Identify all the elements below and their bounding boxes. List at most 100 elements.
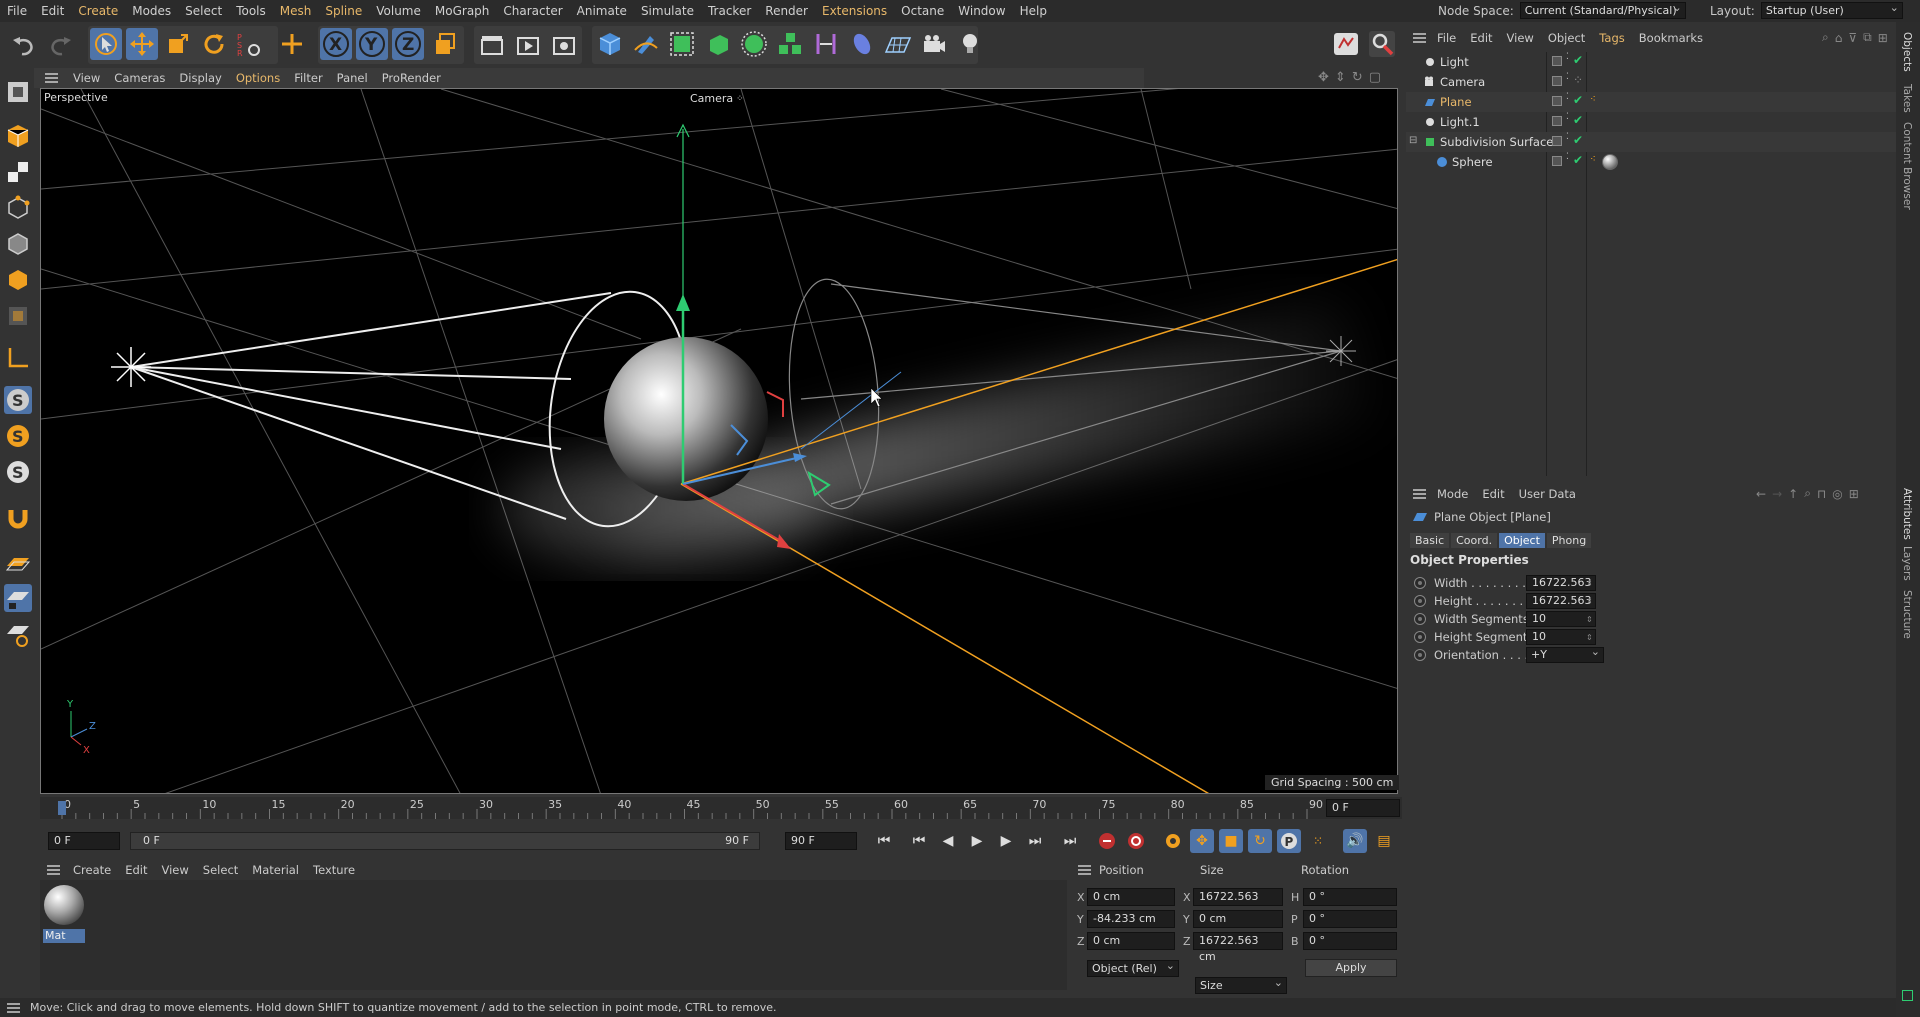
object-row-camera[interactable]: Camera ⁚ ⁘ xyxy=(1406,72,1896,92)
object-row-sphere[interactable]: Sphere ⁚ ✔ ⁖ xyxy=(1406,152,1896,172)
attribute-menu-mode[interactable]: Mode xyxy=(1430,487,1475,501)
search-icon[interactable]: ⌕ xyxy=(1822,30,1829,45)
object-menu-object[interactable]: Object xyxy=(1541,31,1592,45)
stepper-arrows-icon[interactable]: ⇕ xyxy=(1586,579,1593,588)
material-menu-texture[interactable]: Texture xyxy=(306,863,362,877)
position-field-y[interactable]: -84.233 cm xyxy=(1087,910,1175,928)
add-tool-button[interactable] xyxy=(276,28,308,60)
menu-volume[interactable]: Volume xyxy=(369,0,428,22)
timeline-sound-button[interactable]: 🔊 xyxy=(1343,829,1367,853)
tab-takes[interactable]: Takes xyxy=(1901,84,1913,113)
viewport-menu-options[interactable]: Options xyxy=(229,68,287,88)
camera-target-icon[interactable]: ⁘ xyxy=(1573,73,1583,87)
object-row-subdivision-surface[interactable]: ⊟ Subdivision Surface ⁚ ✔ xyxy=(1406,132,1896,152)
scale-key-button[interactable]: ■ xyxy=(1219,829,1243,853)
workplane-button[interactable] xyxy=(4,548,32,576)
menu-edit[interactable]: Edit xyxy=(34,0,71,22)
model-mode-button[interactable] xyxy=(4,122,32,150)
uv-mode-button[interactable] xyxy=(4,302,32,330)
make-editable-button[interactable] xyxy=(4,78,32,106)
octane-live-viewer-button[interactable] xyxy=(1330,28,1362,60)
animate-radio-icon[interactable] xyxy=(1414,631,1426,643)
visibility-dots-icon[interactable]: ⁚ xyxy=(1566,133,1569,142)
layer-icon[interactable] xyxy=(1552,116,1562,126)
menu-file[interactable]: File xyxy=(0,0,34,22)
visibility-dots-icon[interactable]: ⁚ xyxy=(1566,93,1569,102)
subdivision-surface-button[interactable] xyxy=(666,28,698,60)
timeline-window-button[interactable]: ▤ xyxy=(1372,829,1396,853)
material-menu-create[interactable]: Create xyxy=(66,863,118,877)
autokey-button[interactable] xyxy=(1124,829,1148,853)
point-mode-button[interactable] xyxy=(4,194,32,222)
object-menu-view[interactable]: View xyxy=(1500,31,1541,45)
solo-hierarchy-button[interactable]: S xyxy=(4,458,32,486)
render-view-button[interactable] xyxy=(476,28,508,60)
viewport-menu-display[interactable]: Display xyxy=(172,68,228,88)
camera-button[interactable] xyxy=(918,28,950,60)
menu-mograph[interactable]: MoGraph xyxy=(428,0,497,22)
menu-animate[interactable]: Animate xyxy=(570,0,634,22)
cube-button[interactable] xyxy=(594,28,626,60)
material-tag-icon[interactable] xyxy=(1602,154,1618,170)
menu-spline[interactable]: Spline xyxy=(318,0,369,22)
stepper-arrows-icon[interactable]: ⇕ xyxy=(1586,633,1593,642)
rotation-field-h[interactable]: 0 ° xyxy=(1303,888,1397,906)
apply-button[interactable]: Apply xyxy=(1305,959,1397,977)
hamburger-icon[interactable] xyxy=(1075,860,1095,880)
tab-attributes[interactable]: Attributes xyxy=(1901,488,1913,540)
filter-icon[interactable]: ⊽ xyxy=(1848,31,1857,45)
animate-radio-icon[interactable] xyxy=(1414,649,1426,661)
hamburger-icon[interactable] xyxy=(42,68,62,88)
size-field-x[interactable]: 16722.563 cm xyxy=(1193,888,1283,919)
menu-character[interactable]: Character xyxy=(496,0,569,22)
orbit-icon[interactable]: ↻ xyxy=(1352,70,1363,85)
menu-tracker[interactable]: Tracker xyxy=(701,0,758,22)
animate-radio-icon[interactable] xyxy=(1414,613,1426,625)
menu-modes[interactable]: Modes xyxy=(125,0,178,22)
cloner-button[interactable] xyxy=(774,28,806,60)
material-menu-select[interactable]: Select xyxy=(196,863,245,877)
coordinate-mode-dropdown[interactable]: Object (Rel) xyxy=(1087,960,1179,977)
animate-radio-icon[interactable] xyxy=(1414,595,1426,607)
play-button[interactable]: ▶ xyxy=(965,829,989,853)
enabled-check-icon[interactable]: ✔ xyxy=(1573,113,1583,127)
phong-tag-icon[interactable]: ⁖ xyxy=(1590,94,1596,105)
timeline-playhead[interactable] xyxy=(58,801,66,815)
redo-button[interactable] xyxy=(44,28,76,60)
visibility-dots-icon[interactable]: ⁚ xyxy=(1566,73,1569,82)
size-field-y[interactable]: 0 cm xyxy=(1193,910,1283,928)
lock-icon[interactable]: ⊓ xyxy=(1817,487,1826,501)
menu-select[interactable]: Select xyxy=(178,0,229,22)
light-button[interactable] xyxy=(954,28,986,60)
rotation-field-p[interactable]: 0 ° xyxy=(1303,910,1397,928)
viewport-menu-prorender[interactable]: ProRender xyxy=(375,68,448,88)
psr-tool-button[interactable]: PSR xyxy=(234,28,266,60)
y-axis-lock-button[interactable]: Y xyxy=(356,28,388,60)
material-menu-view[interactable]: View xyxy=(155,863,196,877)
animate-radio-icon[interactable] xyxy=(1414,577,1426,589)
rotate-tool-button[interactable] xyxy=(198,28,230,60)
record-button[interactable] xyxy=(1095,829,1119,853)
attribute-menu-user-data[interactable]: User Data xyxy=(1512,487,1583,501)
material-preview-mat[interactable] xyxy=(44,885,84,925)
keyframe-selection-button[interactable] xyxy=(1161,829,1185,853)
layer-icon[interactable] xyxy=(1552,76,1562,86)
rotation-field-b[interactable]: 0 ° xyxy=(1303,932,1397,950)
menu-create[interactable]: Create xyxy=(71,0,125,22)
position-field-x[interactable]: 0 cm xyxy=(1087,888,1175,906)
hamburger-icon[interactable] xyxy=(44,860,64,880)
render-to-picture-viewer-button[interactable] xyxy=(512,28,544,60)
frame-range-slider[interactable]: 0 F 90 F xyxy=(130,832,760,850)
object-row-light[interactable]: Light ⁚ ✔ xyxy=(1406,52,1896,72)
z-axis-lock-button[interactable]: Z xyxy=(392,28,424,60)
extrude-button[interactable] xyxy=(702,28,734,60)
menu-help[interactable]: Help xyxy=(1013,0,1054,22)
tab-objects[interactable]: Objects xyxy=(1901,32,1913,72)
end-frame-field[interactable]: 90 F xyxy=(785,832,857,850)
tab-content-browser[interactable]: Content Browser xyxy=(1901,122,1913,210)
enabled-check-icon[interactable]: ✔ xyxy=(1573,93,1583,107)
floor-button[interactable] xyxy=(882,28,914,60)
attribute-tab-coord[interactable]: Coord. xyxy=(1451,533,1498,548)
current-frame-field[interactable]: 0 F xyxy=(1326,799,1400,817)
menu-tools[interactable]: Tools xyxy=(229,0,273,22)
